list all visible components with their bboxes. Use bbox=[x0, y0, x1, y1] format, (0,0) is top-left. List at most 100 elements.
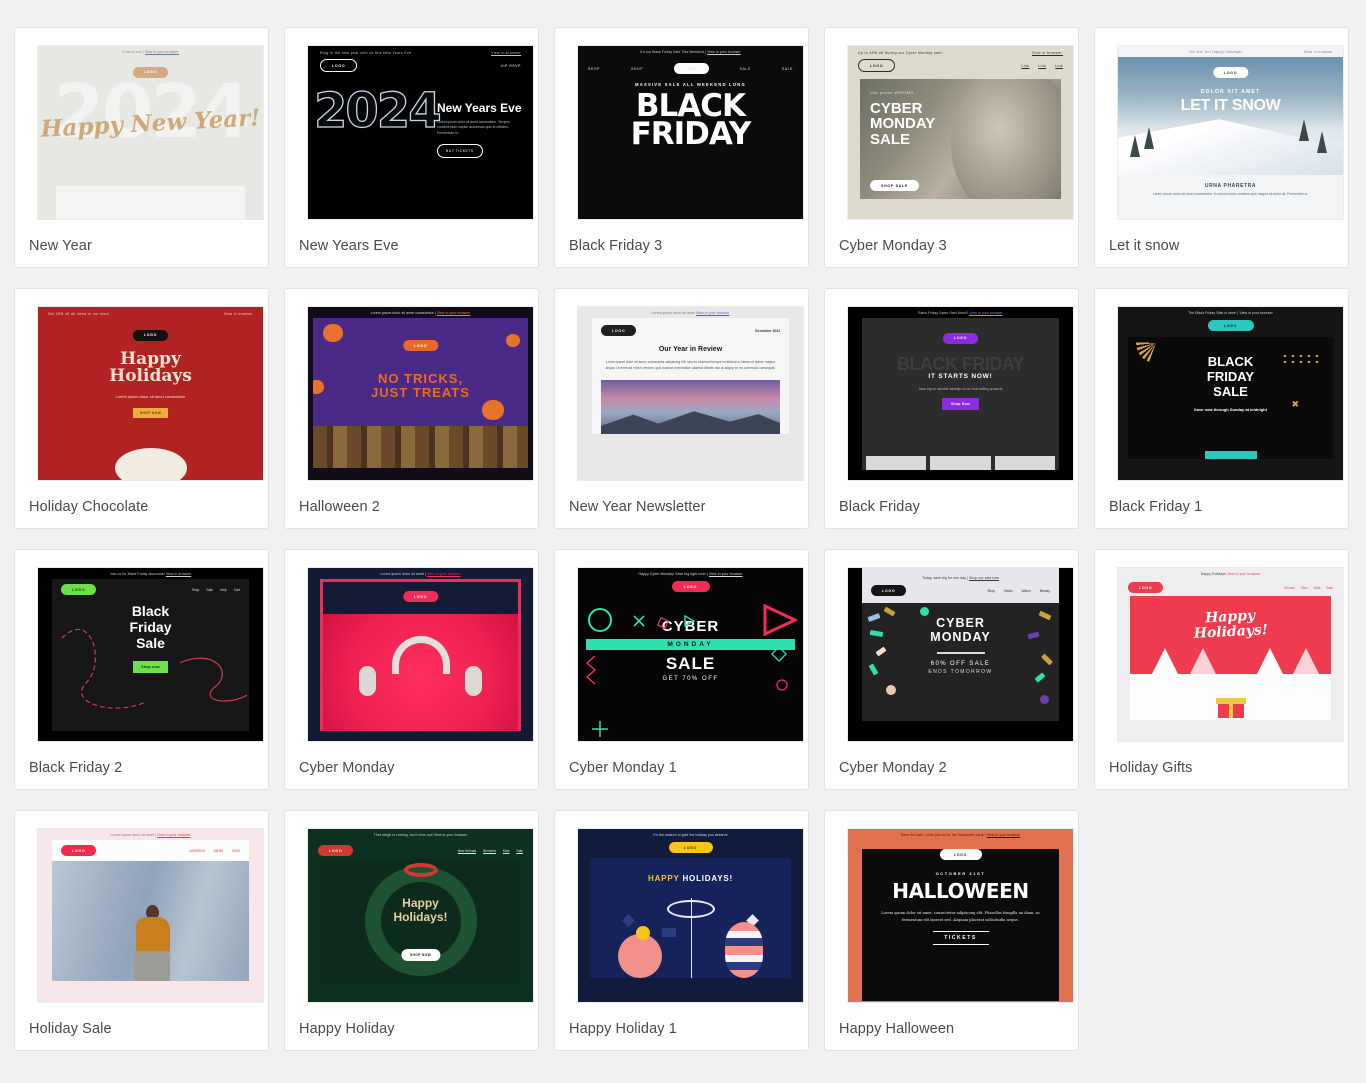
template-card[interactable]: Black Friday Sales Start Now!!! View in … bbox=[824, 288, 1079, 529]
template-card[interactable]: It has to end | View in your browser. LO… bbox=[14, 27, 269, 268]
template-thumbnail-wrap[interactable]: Lorem ipsum dolor sit amet View in your … bbox=[555, 289, 808, 481]
template-card[interactable]: Today, save big for one day | Shop our s… bbox=[824, 549, 1079, 790]
template-card[interactable]: The Black Friday Sale is here! | View in… bbox=[1094, 288, 1349, 529]
preheader-link[interactable]: View in browser bbox=[1304, 50, 1333, 54]
nav-item-kids[interactable]: Kids bbox=[503, 849, 509, 853]
template-thumbnail[interactable]: Get 20% off all items in our store View … bbox=[37, 306, 264, 481]
headline: HALLOWEEN bbox=[892, 879, 1029, 904]
template-card[interactable]: Lorem ipsum dolor sit amet View in your … bbox=[554, 288, 809, 529]
nav-item-link-1[interactable]: Link bbox=[1022, 64, 1030, 68]
template-thumbnail-wrap[interactable]: It's our Black Friday Sale This Weekend … bbox=[555, 28, 808, 220]
logo-badge: LOGO bbox=[601, 325, 637, 337]
headphone-band-icon bbox=[391, 636, 450, 675]
template-thumbnail-wrap[interactable]: Lorem ipsum dolor sit amet | View in you… bbox=[15, 811, 268, 1003]
template-thumbnail-wrap[interactable]: It's the season to give the holiday you … bbox=[555, 811, 808, 1003]
preheader-link[interactable]: View in browser. bbox=[1032, 51, 1063, 55]
template-card[interactable]: Up to 40% off during our Cyber Monday sa… bbox=[824, 27, 1079, 268]
cta-button[interactable]: BUY TICKETS bbox=[437, 143, 483, 158]
template-thumbnail[interactable]: Lorem ipsum dolor sit amet | View in you… bbox=[37, 828, 264, 1003]
template-thumbnail-wrap[interactable]: Join us for Black Friday discounts! View… bbox=[15, 550, 268, 742]
logo-bar: LOGO bbox=[323, 582, 518, 615]
template-thumbnail[interactable]: Happy Cyber Monday! Save big right now! … bbox=[577, 567, 804, 742]
nav-item-mens[interactable]: MENS bbox=[214, 849, 224, 853]
template-card[interactable]: Ho! Ho! Ho! Happy Holidays! View in brow… bbox=[1094, 27, 1349, 268]
template-card[interactable]: Lorem ipsum dolor sit amet consectetur |… bbox=[284, 288, 539, 529]
template-thumbnail[interactable]: Save the date, come join us for the Hall… bbox=[847, 828, 1074, 1003]
nav-item-sale-1[interactable]: SALE bbox=[740, 67, 751, 71]
template-thumbnail-wrap[interactable]: Happy Holidays View in your browser LOGO… bbox=[1095, 550, 1348, 742]
template-thumbnail-wrap[interactable]: Get 20% off all items in our store View … bbox=[15, 289, 268, 481]
template-thumbnail-wrap[interactable]: Happy Cyber Monday! Save big right now! … bbox=[555, 550, 808, 742]
nav-item-womens[interactable]: WOMENS bbox=[190, 849, 205, 853]
template-thumbnail-wrap[interactable]: Ring in the new year with us this New Ye… bbox=[285, 28, 538, 220]
nav-item-shop-1[interactable]: SHOP bbox=[588, 67, 600, 71]
nav-item-link-2[interactable]: Link bbox=[1038, 64, 1046, 68]
nav-item-sale[interactable]: Sale bbox=[516, 849, 523, 853]
template-thumbnail[interactable]: That sleigh is coming, don't miss out! V… bbox=[307, 828, 534, 1003]
cta-button[interactable]: SHOP NOW bbox=[400, 949, 441, 962]
nav-item-kids[interactable]: KIDS bbox=[232, 849, 240, 853]
hero-image: Use promo #PROMO CYBER MONDAY SALE SHOP SA… bbox=[860, 79, 1061, 199]
nav-item-men[interactable]: Men bbox=[1301, 586, 1307, 590]
nav-item-new-arrivals[interactable]: New Arrivals bbox=[458, 849, 476, 853]
cta-bar[interactable] bbox=[1204, 451, 1257, 460]
template-thumbnail[interactable]: Black Friday Sales Start Now!!! View in … bbox=[847, 306, 1074, 481]
template-card[interactable]: Happy Holidays View in your browser LOGO… bbox=[1094, 549, 1349, 790]
cta-button[interactable]: SHOP SALE bbox=[870, 180, 920, 191]
cta-button[interactable]: Shop now bbox=[133, 661, 168, 674]
nav-item-deals[interactable]: Deals bbox=[1004, 589, 1012, 593]
template-thumbnail[interactable]: Ring in the new year with us this New Ye… bbox=[307, 45, 534, 220]
template-thumbnail-wrap[interactable]: Up to 40% off during our Cyber Monday sa… bbox=[825, 28, 1078, 220]
vip-link[interactable]: VIP RSVP bbox=[501, 64, 521, 68]
template-thumbnail[interactable]: Today, save big for one day | Shop our s… bbox=[847, 567, 1074, 742]
cta-button[interactable]: Shop Now bbox=[942, 398, 979, 411]
nav-item-women[interactable]: Women bbox=[1284, 586, 1295, 590]
preheader-link[interactable]: View in browser bbox=[224, 312, 253, 316]
nav-item-shop[interactable]: Shop bbox=[987, 589, 995, 593]
cta-button[interactable]: SHOP NOW bbox=[132, 407, 169, 418]
kicker: MASSIVE SALE ALL WEEKEND LONG bbox=[635, 82, 746, 88]
template-thumbnail[interactable]: It has to end | View in your browser. LO… bbox=[37, 45, 264, 220]
template-thumbnail[interactable]: Lorem ipsum dolor sit amet | View in you… bbox=[307, 567, 534, 742]
template-card[interactable]: Happy Cyber Monday! Save big right now! … bbox=[554, 549, 809, 790]
nav-item-watch[interactable]: Watch bbox=[1022, 589, 1031, 593]
nav-item-shop-2[interactable]: SHOP bbox=[631, 67, 643, 71]
template-thumbnail-wrap[interactable]: Save the date, come join us for the Hall… bbox=[825, 811, 1078, 1003]
template-thumbnail-wrap[interactable]: Lorem ipsum dolor sit amet consectetur |… bbox=[285, 289, 538, 481]
template-thumbnail[interactable]: Happy Holidays View in your browser LOGO… bbox=[1117, 567, 1344, 742]
template-card[interactable]: Save the date, come join us for the Hall… bbox=[824, 810, 1079, 1051]
template-card[interactable]: Lorem ipsum dolor sit amet | View in you… bbox=[284, 549, 539, 790]
template-thumbnail[interactable]: The Black Friday Sale is here! | View in… bbox=[1117, 306, 1344, 481]
template-thumbnail-wrap[interactable]: That sleigh is coming, don't miss out! V… bbox=[285, 811, 538, 1003]
template-thumbnail[interactable]: Ho! Ho! Ho! Happy Holidays! View in brow… bbox=[1117, 45, 1344, 220]
nav-item-sale[interactable]: Sale bbox=[1326, 586, 1333, 590]
nav-item-beauty[interactable]: Beauty bbox=[1040, 589, 1050, 593]
template-card[interactable]: That sleigh is coming, don't miss out! V… bbox=[284, 810, 539, 1051]
nav-item-link-3[interactable]: Link bbox=[1055, 64, 1063, 68]
template-thumbnail[interactable]: Lorem ipsum dolor sit amet View in your … bbox=[577, 306, 804, 481]
nav-links: WOMENS MENS KIDS bbox=[190, 849, 240, 853]
template-card[interactable]: It's the season to give the holiday you … bbox=[554, 810, 809, 1051]
template-thumbnail-wrap[interactable]: Ho! Ho! Ho! Happy Holidays! View in brow… bbox=[1095, 28, 1348, 220]
template-thumbnail[interactable]: It's the season to give the holiday you … bbox=[577, 828, 804, 1003]
template-thumbnail[interactable]: Up to 40% off during our Cyber Monday sa… bbox=[847, 45, 1074, 220]
cta-button[interactable]: TICKETS bbox=[932, 930, 989, 945]
template-thumbnail[interactable]: Lorem ipsum dolor sit amet consectetur |… bbox=[307, 306, 534, 481]
template-card[interactable]: Ring in the new year with us this New Ye… bbox=[284, 27, 539, 268]
preheader-link[interactable]: View in browser bbox=[491, 51, 521, 55]
template-thumbnail[interactable]: It's our Black Friday Sale This Weekend … bbox=[577, 45, 804, 220]
template-thumbnail-wrap[interactable]: Today, save big for one day | Shop our s… bbox=[825, 550, 1078, 742]
template-thumbnail-wrap[interactable]: Black Friday Sales Start Now!!! View in … bbox=[825, 289, 1078, 481]
template-thumbnail-wrap[interactable]: Lorem ipsum dolor sit amet | View in you… bbox=[285, 550, 538, 742]
nav-item-gifts[interactable]: Gifts bbox=[1314, 586, 1321, 590]
template-card[interactable]: It's our Black Friday Sale This Weekend … bbox=[554, 27, 809, 268]
template-thumbnail-wrap[interactable]: The Black Friday Sale is here! | View in… bbox=[1095, 289, 1348, 481]
nav-item-womens[interactable]: Womens bbox=[483, 849, 496, 853]
nav-item-sale-2[interactable]: SALE bbox=[782, 67, 793, 71]
template-thumbnail-wrap[interactable]: It has to end | View in your browser. LO… bbox=[15, 28, 268, 220]
ornament-left-icon bbox=[618, 928, 676, 979]
template-card[interactable]: Join us for Black Friday discounts! View… bbox=[14, 549, 269, 790]
template-thumbnail[interactable]: Join us for Black Friday discounts! View… bbox=[37, 567, 264, 742]
template-card[interactable]: Lorem ipsum dolor sit amet | View in you… bbox=[14, 810, 269, 1051]
template-card[interactable]: Get 20% off all items in our store View … bbox=[14, 288, 269, 529]
